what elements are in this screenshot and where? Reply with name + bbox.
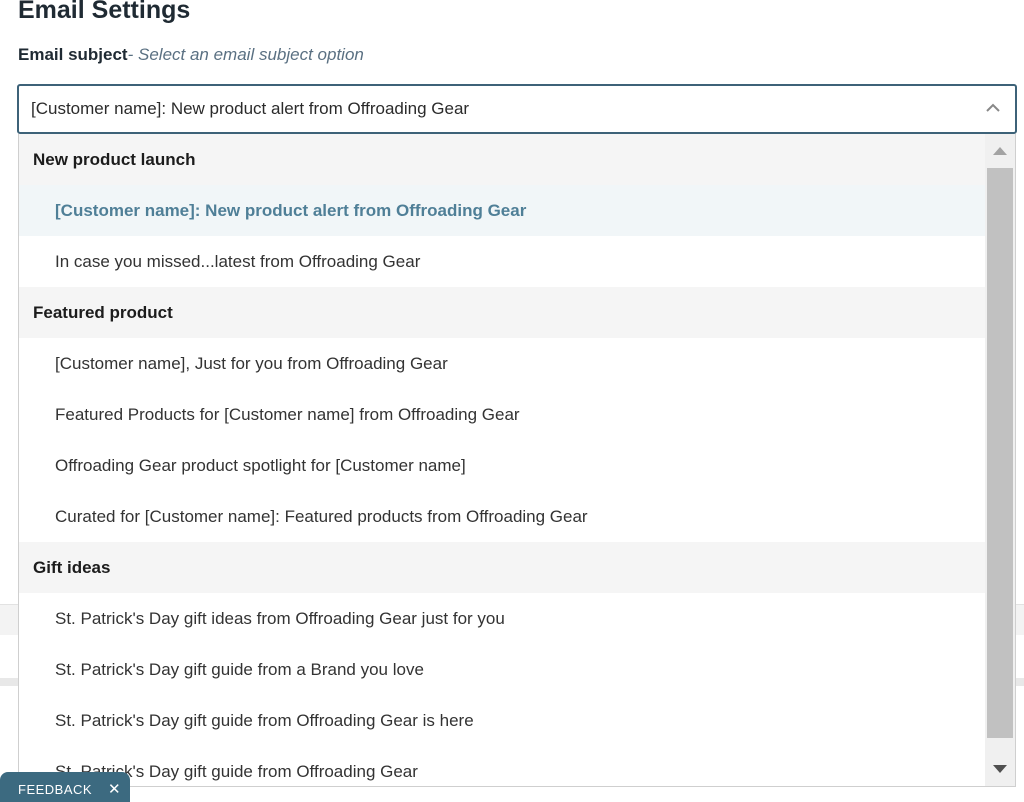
subject-option[interactable]: In case you missed...latest from Offroad…	[19, 236, 985, 287]
scroll-up-arrow-icon	[993, 147, 1007, 155]
subject-option[interactable]: Offroading Gear product spotlight for [C…	[19, 440, 985, 491]
subject-option[interactable]: St. Patrick's Day gift ideas from Offroa…	[19, 593, 985, 644]
feedback-tab[interactable]: FEEDBACK ✕	[0, 772, 130, 802]
subject-option[interactable]: St. Patrick's Day gift guide from a Bran…	[19, 644, 985, 695]
scroll-down-button[interactable]	[985, 752, 1015, 786]
scroll-down-arrow-icon	[993, 765, 1007, 773]
subject-option[interactable]: St. Patrick's Day gift guide from Offroa…	[19, 695, 985, 746]
dropdown-scrollbar[interactable]	[985, 134, 1015, 786]
email-subject-dropdown: New product launch [Customer name]: New p…	[18, 134, 1016, 787]
email-subject-select[interactable]: [Customer name]: New product alert from …	[17, 84, 1017, 134]
email-subject-label-text: Email subject	[18, 45, 128, 64]
subject-option[interactable]: Featured Products for [Customer name] fr…	[19, 389, 985, 440]
subject-option[interactable]: Curated for [Customer name]: Featured pr…	[19, 491, 985, 542]
scroll-up-button[interactable]	[985, 134, 1015, 168]
subject-option[interactable]: [Customer name], Just for you from Offro…	[19, 338, 985, 389]
page-title: Email Settings	[18, 0, 191, 24]
option-group-header: Featured product	[19, 287, 985, 338]
email-subject-hint: - Select an email subject option	[127, 45, 364, 64]
selected-subject-value: [Customer name]: New product alert from …	[31, 99, 470, 118]
subject-option[interactable]: St. Patrick's Day gift guide from Offroa…	[19, 746, 985, 786]
scroll-thumb[interactable]	[987, 168, 1013, 738]
option-group-header: Gift ideas	[19, 542, 985, 593]
option-group-header: New product launch	[19, 134, 985, 185]
email-subject-label: Email subject- Select an email subject o…	[18, 44, 364, 66]
dropdown-options: New product launch [Customer name]: New p…	[19, 134, 985, 786]
chevron-up-icon[interactable]	[983, 98, 1003, 118]
close-icon[interactable]: ✕	[108, 780, 121, 798]
feedback-label: FEEDBACK	[18, 782, 93, 797]
subject-option[interactable]: [Customer name]: New product alert from …	[19, 185, 985, 236]
